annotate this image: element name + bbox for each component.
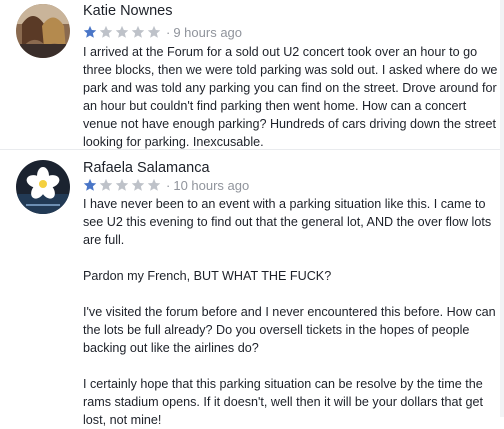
review-time[interactable]: 10 hours ago	[173, 178, 249, 193]
review-time[interactable]: 9 hours ago	[173, 25, 242, 40]
star-rating	[83, 178, 161, 192]
separator-dot: ·	[166, 177, 171, 193]
avatar[interactable]	[16, 4, 70, 58]
scrollbar[interactable]	[500, 0, 504, 417]
review-meta: · 9 hours ago	[83, 24, 242, 40]
star-icon	[131, 25, 145, 38]
divider	[0, 149, 504, 150]
review-paragraph: I certainly hope that this parking situa…	[83, 377, 483, 427]
star-icon	[99, 25, 113, 38]
review-text: I have never been to an event with a par…	[83, 195, 501, 429]
reviewer-name[interactable]: Rafaela Salamanca	[83, 160, 210, 176]
star-icon	[83, 25, 97, 38]
star-icon	[83, 178, 97, 191]
star-rating	[83, 25, 161, 39]
review-paragraph: Pardon my French, BUT WHAT THE FUCK?	[83, 269, 332, 283]
review-paragraph: I arrived at the Forum for a sold out U2…	[83, 45, 498, 149]
star-icon	[147, 25, 161, 38]
reviewer-name[interactable]: Katie Nownes	[83, 3, 172, 19]
review-meta: · 10 hours ago	[83, 177, 249, 193]
star-icon	[115, 25, 129, 38]
star-icon	[147, 178, 161, 191]
star-icon	[115, 178, 129, 191]
review-paragraph: I have never been to an event with a par…	[83, 197, 492, 247]
review-paragraph: I've visited the forum before and I neve…	[83, 305, 496, 355]
review-text: I arrived at the Forum for a sold out U2…	[83, 43, 501, 151]
star-icon	[99, 178, 113, 191]
star-icon	[131, 178, 145, 191]
avatar[interactable]	[16, 160, 70, 214]
separator-dot: ·	[166, 24, 171, 40]
